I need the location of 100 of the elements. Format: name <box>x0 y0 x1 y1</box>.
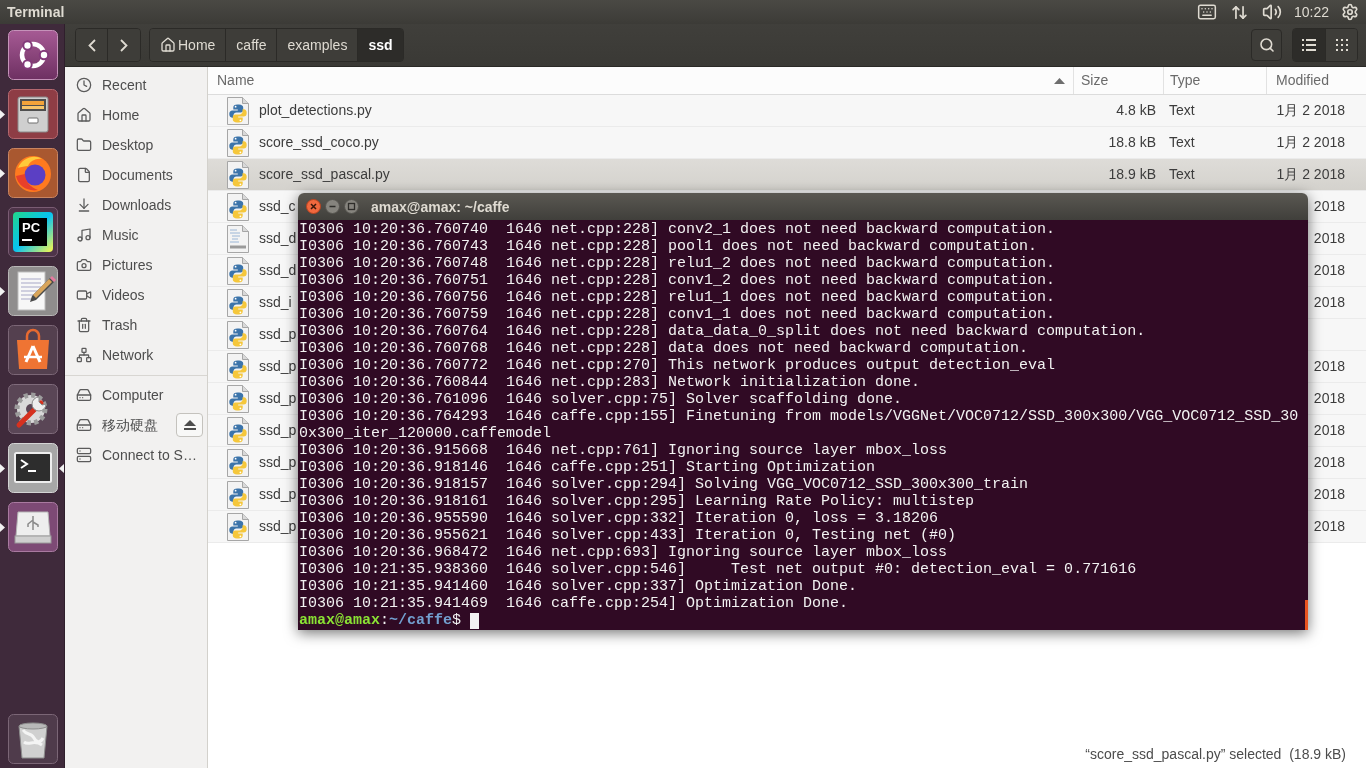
file-modified: 2018 <box>1313 357 1345 376</box>
trash-icon <box>76 317 92 333</box>
breadcrumb[interactable]: caffe <box>225 29 277 61</box>
file-name[interactable]: ssd_p <box>259 516 297 537</box>
sidebar-item[interactable]: Pictures <box>65 250 207 280</box>
up-down-arrows-icon[interactable] <box>1230 3 1248 21</box>
circle-logo-icon[interactable] <box>8 30 58 80</box>
terminal-icon[interactable] <box>8 443 58 493</box>
file-modified: 2018 <box>1313 517 1345 536</box>
breadcrumb[interactable]: examples <box>276 29 358 61</box>
file-name[interactable]: ssd_p <box>259 324 297 345</box>
sidebar-item[interactable]: Videos <box>65 280 207 310</box>
file-name[interactable]: score_ssd_coco.py <box>259 132 379 153</box>
sidebar-item[interactable]: Desktop <box>65 130 207 160</box>
home-icon <box>76 107 92 123</box>
sidebar-item[interactable]: Documents <box>65 160 207 190</box>
shopping-bag-icon[interactable] <box>8 325 58 375</box>
sidebar-item[interactable]: Connect to S… <box>65 440 207 470</box>
usb-drive-icon[interactable] <box>8 502 58 552</box>
sidebar-item[interactable]: 移动硬盘 <box>65 410 176 440</box>
minimize-icon[interactable] <box>325 199 340 214</box>
file-name[interactable]: ssd_i <box>259 292 292 313</box>
file-type: Text <box>1169 133 1195 152</box>
file-modified: 2018 <box>1313 389 1345 408</box>
column-header[interactable]: Modified <box>1266 67 1366 94</box>
file-name[interactable]: plot_detections.py <box>259 100 372 121</box>
file-modified: 2018 <box>1313 261 1345 280</box>
trash-icon[interactable] <box>8 714 58 764</box>
clock[interactable]: 10:22 <box>1293 5 1329 19</box>
list-view-icon <box>1302 39 1316 51</box>
video-camera-icon <box>76 287 92 303</box>
server-icon <box>76 447 92 463</box>
file-name[interactable]: ssd_p <box>259 356 297 377</box>
file-modified: 1月 2 2018 <box>1276 101 1345 120</box>
folder-icon <box>76 137 92 153</box>
log-line: I0306 10:20:36.915668 1646 net.cpp:761] Ignoring source layer mbox_loss <box>299 442 948 459</box>
log-line: I0306 10:20:36.760751 1646 net.cpp:228] conv1_2 does not need backward computation. <box>299 272 1056 289</box>
network-icon <box>76 347 92 363</box>
file-name[interactable]: ssd_p <box>259 420 297 441</box>
log-line: I0306 10:20:36.761096 1646 solver.cpp:75] Solver scaffolding done. <box>299 391 903 408</box>
home-icon <box>160 37 176 53</box>
log-line: I0306 10:20:36.918161 1646 solver.cpp:295] Learning Rate Policy: multistep <box>299 493 975 510</box>
column-header[interactable]: Size <box>1073 67 1163 94</box>
back-button[interactable] <box>76 29 108 61</box>
file-cabinet-icon[interactable] <box>8 89 58 139</box>
search-button[interactable] <box>1251 29 1282 61</box>
view-mode-button[interactable] <box>1325 29 1357 61</box>
sidebar-item[interactable]: Recent <box>65 70 207 100</box>
sidebar-item[interactable]: Trash <box>65 310 207 340</box>
sidebar-item[interactable]: Computer <box>65 380 207 410</box>
log-line: I0306 10:20:36.760756 1646 net.cpp:228] relu1_1 does not need backward computation. <box>299 289 1056 306</box>
eject-button[interactable] <box>176 413 203 437</box>
breadcrumb[interactable]: ssd <box>357 29 403 61</box>
notepad-pencil-icon[interactable] <box>8 266 58 316</box>
log-line: I0306 10:20:36.760748 1646 net.cpp:228] relu1_2 does not need backward computation. <box>299 255 1056 272</box>
globe-logo-icon[interactable] <box>8 148 58 198</box>
gear-wrench-icon[interactable] <box>8 384 58 434</box>
file-name[interactable]: ssd_d <box>259 228 297 249</box>
log-line: I0306 10:20:36.955590 1646 solver.cpp:332] Iteration 0, loss = 3.18206 <box>299 510 939 527</box>
sidebar-item[interactable]: Home <box>65 100 207 130</box>
maximize-icon[interactable] <box>344 199 359 214</box>
file-name[interactable]: ssd_p <box>259 484 297 505</box>
log-line: I0306 10:20:36.955621 1646 solver.cpp:433] Iteration 0, Testing net (#0) <box>299 527 957 544</box>
log-line: I0306 10:21:35.941460 1646 solver.cpp:337] Optimization Done. <box>299 578 858 595</box>
file-type: Text <box>1169 165 1195 184</box>
file-name[interactable]: ssd_p <box>259 388 297 409</box>
eject-icon <box>183 420 196 430</box>
column-header[interactable]: Type <box>1163 67 1266 94</box>
file-size: 18.9 kB <box>1108 165 1156 184</box>
file-modified: 2018 <box>1313 293 1345 312</box>
file-name[interactable]: ssd_d <box>259 260 297 281</box>
log-line: I0306 10:20:36.968472 1646 net.cpp:693] Ignoring source layer mbox_loss <box>299 544 948 561</box>
log-line: I0306 10:20:36.760772 1646 net.cpp:270] This network produces output detection_eval <box>299 357 1056 374</box>
log-line: I0306 10:20:36.760740 1646 net.cpp:228] conv2_1 does not need backward computation. <box>299 221 1056 238</box>
close-icon[interactable] <box>306 199 321 214</box>
app-title: Terminal <box>6 5 65 19</box>
breadcrumb[interactable]: Home <box>150 29 226 61</box>
drive-icon <box>76 417 92 433</box>
search-icon <box>1258 37 1275 53</box>
sidebar-item[interactable]: Downloads <box>65 190 207 220</box>
file-name[interactable]: ssd_c <box>259 196 296 217</box>
file-modified: 2018 <box>1313 485 1345 504</box>
drive-icon <box>76 387 92 403</box>
sidebar-item[interactable]: Network <box>65 340 207 370</box>
sidebar-item[interactable]: Music <box>65 220 207 250</box>
file-modified: 2018 <box>1313 421 1345 440</box>
forward-button[interactable] <box>108 29 140 61</box>
speaker-icon[interactable] <box>1261 2 1282 22</box>
gear-icon[interactable] <box>1341 3 1359 21</box>
scrollbar-thumb[interactable] <box>1305 600 1308 630</box>
file-name[interactable]: ssd_p <box>259 452 297 473</box>
log-line: I0306 10:20:36.760759 1646 net.cpp:228] conv1_1 does not need backward computation. <box>299 306 1056 323</box>
keyboard-icon[interactable] <box>1196 2 1217 22</box>
log-line: I0306 10:20:36.764293 1646 caffe.cpp:155] Finetuning from models/VGGNet/VOC0712/SSD_300x300/VGG_VOC0712_SSD_30 <box>299 408 1299 425</box>
file-modified: 2018 <box>1313 453 1345 472</box>
app-launcher-tile[interactable]: PC <box>8 207 58 257</box>
file-size: 18.8 kB <box>1108 133 1156 152</box>
file-name[interactable]: score_ssd_pascal.py <box>259 164 390 185</box>
view-mode-button[interactable] <box>1293 29 1325 61</box>
column-header[interactable]: Name <box>208 67 1073 94</box>
